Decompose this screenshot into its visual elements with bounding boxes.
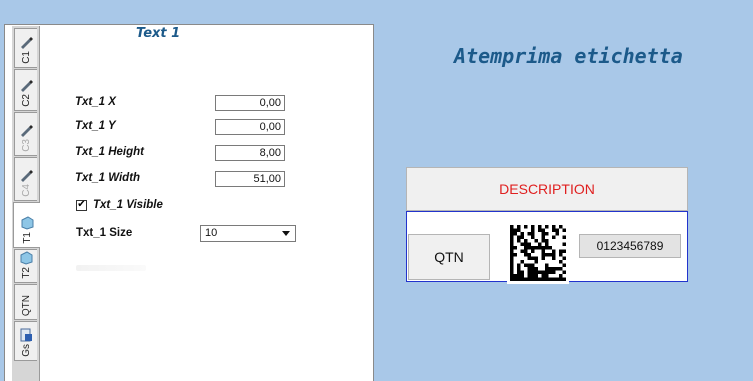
- tab-label: QTN: [20, 294, 32, 316]
- pen-icon: [21, 37, 33, 50]
- y-input[interactable]: 0,00: [215, 119, 285, 135]
- field-row-height: Txt_1 Height 8,00: [75, 145, 290, 162]
- x-input[interactable]: 0,00: [215, 95, 285, 111]
- tab-label: T2: [20, 267, 32, 279]
- tab-c4[interactable]: C4: [14, 157, 37, 201]
- tab-qtn[interactable]: QTN: [14, 284, 37, 320]
- label-body: QTN 0123456789: [406, 211, 688, 284]
- qtn-field[interactable]: QTN: [408, 234, 490, 280]
- tab-label: C2: [20, 94, 32, 107]
- tab-label: C3: [20, 139, 32, 152]
- tab-label: T1: [21, 232, 33, 244]
- width-input[interactable]: 51,00: [215, 171, 285, 187]
- visible-option: ✔ Txt_1 Visible: [76, 197, 163, 213]
- tab-label: C1: [20, 51, 32, 64]
- preview-title: Atemprima etichetta: [454, 44, 683, 68]
- tab-c3[interactable]: C3: [14, 112, 37, 156]
- field-row-width: Txt_1 Width 51,00: [75, 171, 290, 188]
- text-box-icon: [21, 216, 34, 230]
- tab-label: Gs: [20, 344, 32, 357]
- chevron-down-icon: [282, 231, 290, 236]
- height-input[interactable]: 8,00: [215, 145, 285, 161]
- datamatrix-icon: [510, 225, 566, 281]
- text-box-icon: [20, 251, 33, 265]
- tab-gs[interactable]: Gs: [14, 321, 37, 361]
- tab-c2[interactable]: C2: [14, 69, 37, 111]
- datamatrix-code: [507, 222, 569, 284]
- field-row-y: Txt_1 Y 0,00: [75, 119, 290, 136]
- field-label: Txt_1 Width: [75, 172, 141, 184]
- description-field[interactable]: DESCRIPTION: [406, 167, 688, 211]
- pen-icon: [21, 125, 33, 138]
- pen-icon: [21, 80, 33, 93]
- label-preview: DESCRIPTION QTN 0123456789: [406, 167, 688, 284]
- field-label: Txt_1 Y: [75, 120, 116, 132]
- section-title: Text 1: [136, 26, 181, 41]
- tab-t2[interactable]: T2: [14, 249, 37, 283]
- vertical-tab-strip: C1 C2 C3 C4 T1 T2 QTN Gs: [12, 26, 40, 381]
- code-field[interactable]: 0123456789: [579, 234, 681, 258]
- tab-c1[interactable]: C1: [14, 28, 37, 68]
- visible-checkbox[interactable]: ✔: [76, 199, 87, 211]
- size-select[interactable]: 10: [200, 225, 296, 242]
- visible-label: Txt_1 Visible: [93, 199, 163, 211]
- size-select-value: 10: [205, 227, 218, 239]
- settings-doc-icon: [20, 328, 32, 342]
- field-label: Txt_1 Height: [75, 146, 145, 158]
- field-row-x: Txt_1 X 0,00: [75, 95, 290, 112]
- pen-icon: [21, 170, 33, 183]
- faded-placeholder: [76, 265, 146, 271]
- size-label: Txt_1 Size: [76, 227, 133, 239]
- tab-t1[interactable]: T1: [13, 202, 40, 248]
- tab-label: C4: [20, 184, 32, 197]
- field-label: Txt_1 X: [75, 96, 116, 108]
